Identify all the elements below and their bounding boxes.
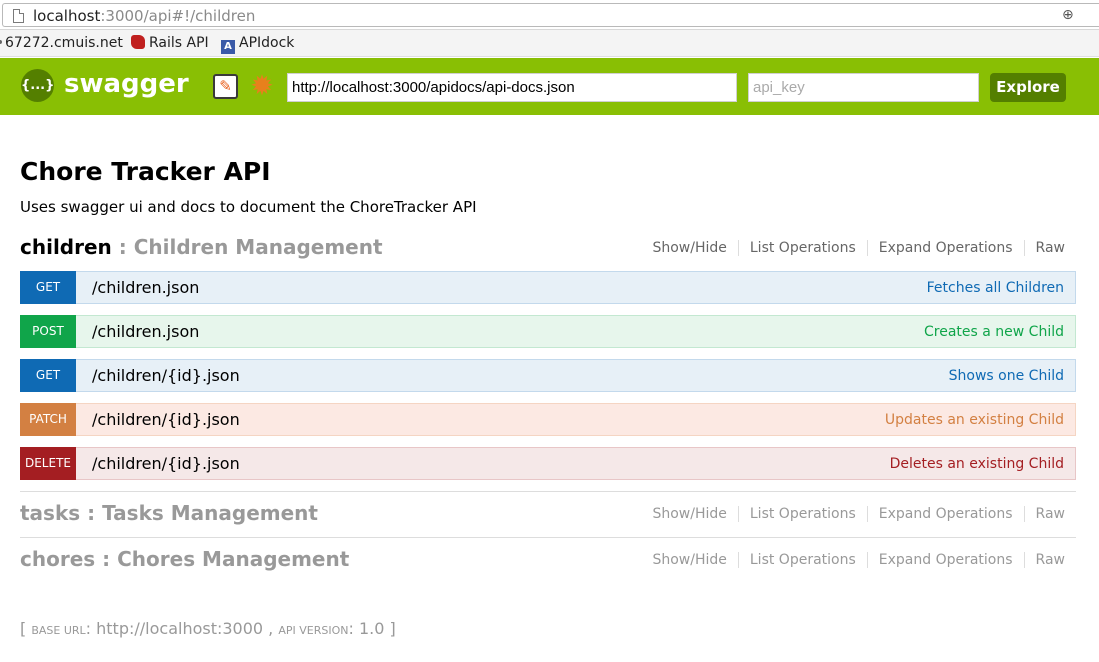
spec-url-input[interactable]: http://localhost:3000/apidocs/api-docs.j… <box>287 73 737 102</box>
bookmark-rails-api[interactable]: Rails API <box>131 35 209 51</box>
operation-summary[interactable]: Deletes an existing Child <box>890 456 1064 472</box>
bookmark-dot-icon <box>0 40 2 44</box>
rails-icon <box>131 35 145 49</box>
bookmarks-bar: 67272.cmuis.net Rails API A APIdock <box>0 30 1099 57</box>
raw-link[interactable]: Raw <box>1025 552 1076 568</box>
explore-button[interactable]: Explore <box>990 73 1066 102</box>
operation-row[interactable]: DELETE /children/{id}.json Deletes an ex… <box>20 447 1076 480</box>
swagger-header: {...} swagger ✎ ✹ http://localhost:3000/… <box>0 58 1099 115</box>
method-badge[interactable]: GET <box>20 271 76 304</box>
operation-row[interactable]: GET /children/{id}.json Shows one Child <box>20 359 1076 392</box>
operation-path[interactable]: /children.json <box>92 278 199 297</box>
method-badge[interactable]: PATCH <box>20 403 76 436</box>
list-operations-link[interactable]: List Operations <box>739 552 868 568</box>
base-url-label: base url <box>31 624 86 637</box>
operation-row[interactable]: GET /children.json Fetches all Children <box>20 271 1076 304</box>
operation-path[interactable]: /children/{id}.json <box>92 366 240 385</box>
raw-link[interactable]: Raw <box>1025 506 1076 522</box>
show-hide-link[interactable]: Show/Hide <box>641 240 739 256</box>
operation-row[interactable]: PATCH /children/{id}.json Updates an exi… <box>20 403 1076 436</box>
address-field[interactable]: localhost:3000/api#!/children ⊕ <box>2 3 1099 27</box>
operation-summary[interactable]: Fetches all Children <box>927 280 1064 296</box>
resource-ops: Show/Hide List Operations Expand Operation… <box>641 506 1076 522</box>
resource-heading[interactable]: chores : Chores Management <box>20 547 349 571</box>
resource-heading[interactable]: children : Children Management <box>20 235 383 259</box>
expand-operations-link[interactable]: Expand Operations <box>868 240 1025 256</box>
method-badge[interactable]: POST <box>20 315 76 348</box>
resource-heading[interactable]: tasks : Tasks Management <box>20 501 318 525</box>
address-text[interactable]: localhost:3000/api#!/children <box>33 7 255 25</box>
raw-link[interactable]: Raw <box>1025 240 1076 256</box>
edit-icon[interactable]: ✎ <box>213 74 238 99</box>
list-operations-link[interactable]: List Operations <box>739 506 868 522</box>
api-version-value: 1.0 <box>358 619 385 638</box>
method-badge[interactable]: GET <box>20 359 76 392</box>
resource-ops: Show/Hide List Operations Expand Operation… <box>641 240 1076 256</box>
base-url-value: http://localhost:3000 <box>96 619 264 638</box>
show-hide-link[interactable]: Show/Hide <box>641 506 739 522</box>
page-icon <box>13 9 24 23</box>
bookmark-67272[interactable]: 67272.cmuis.net <box>0 35 123 51</box>
gear-icon[interactable]: ✹ <box>248 72 276 100</box>
operation-summary[interactable]: Creates a new Child <box>924 324 1064 340</box>
swagger-title[interactable]: swagger <box>64 69 189 99</box>
operation-path[interactable]: /children.json <box>92 322 199 341</box>
api-key-input[interactable]: api_key <box>748 73 979 102</box>
operation-path[interactable]: /children/{id}.json <box>92 410 240 429</box>
swagger-logo-icon[interactable]: {...} <box>21 69 54 102</box>
expand-operations-link[interactable]: Expand Operations <box>868 552 1025 568</box>
api-title: Chore Tracker API <box>20 157 271 186</box>
resource-children: children : Children Management Show/Hide… <box>20 235 1076 261</box>
api-version-label: api version <box>278 624 349 637</box>
expand-operations-link[interactable]: Expand Operations <box>868 506 1025 522</box>
apidock-icon: A <box>221 40 235 54</box>
api-description: Uses swagger ui and docs to document the… <box>20 198 477 216</box>
divider <box>20 491 1076 492</box>
operation-summary[interactable]: Updates an existing Child <box>885 412 1064 428</box>
operation-row[interactable]: POST /children.json Creates a new Child <box>20 315 1076 348</box>
footer-info: [ base url: http://localhost:3000 , api … <box>20 619 396 638</box>
method-badge[interactable]: DELETE <box>20 447 76 480</box>
resource-chores: chores : Chores Management Show/Hide List… <box>20 547 1076 573</box>
resource-ops: Show/Hide List Operations Expand Operation… <box>641 552 1076 568</box>
divider <box>20 537 1076 538</box>
browser-url-bar: localhost:3000/api#!/children ⊕ <box>0 0 1099 30</box>
list-operations-link[interactable]: List Operations <box>739 240 868 256</box>
show-hide-link[interactable]: Show/Hide <box>641 552 739 568</box>
zoom-icon[interactable]: ⊕ <box>1062 8 1077 23</box>
bookmark-apidock[interactable]: A APIdock <box>221 35 294 54</box>
operation-summary[interactable]: Shows one Child <box>949 368 1064 384</box>
resource-tasks: tasks : Tasks Management Show/Hide List O… <box>20 501 1076 527</box>
operation-path[interactable]: /children/{id}.json <box>92 454 240 473</box>
